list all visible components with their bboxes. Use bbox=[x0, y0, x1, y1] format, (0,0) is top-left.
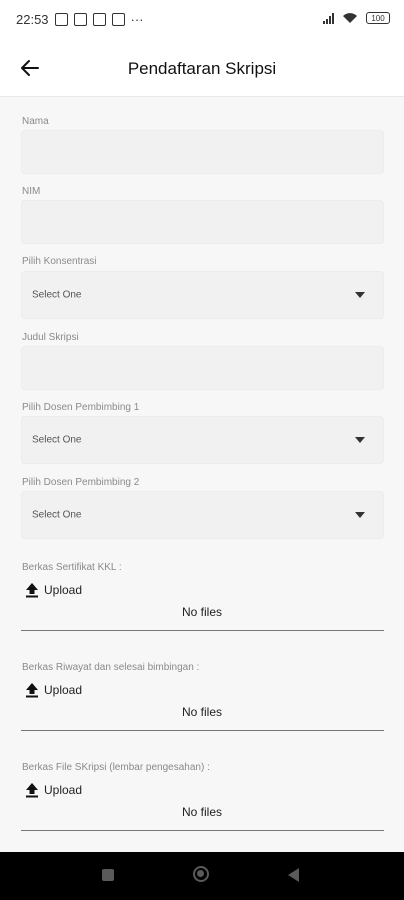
upload-icon bbox=[26, 583, 38, 598]
judul-field[interactable] bbox=[21, 346, 384, 390]
upload-label: Upload bbox=[44, 583, 83, 597]
dosen2-selected-value: Select One bbox=[32, 509, 82, 521]
dosen1-selected-value: Select One bbox=[32, 434, 82, 446]
status-right: 100 bbox=[323, 12, 390, 24]
kkl-file-status: No files bbox=[181, 605, 222, 619]
divider bbox=[21, 730, 384, 731]
dosen2-select[interactable]: Select One bbox=[21, 491, 384, 539]
trash-notification-icon bbox=[92, 13, 106, 26]
skripsi-label: Berkas File SKripsi (lembar pengesahan) … bbox=[22, 762, 210, 773]
nav-back-icon[interactable] bbox=[288, 868, 299, 882]
skripsi-file-status: No files bbox=[181, 805, 222, 819]
app-notification-icon bbox=[73, 13, 87, 26]
status-left: 22:53 ··· bbox=[16, 12, 144, 27]
skripsi-upload-button[interactable]: Upload bbox=[24, 782, 82, 798]
upload-label: Upload bbox=[44, 683, 83, 697]
judul-label: Judul Skripsi bbox=[22, 332, 79, 343]
app-notification-icon-2 bbox=[111, 13, 125, 26]
nama-label: Nama bbox=[22, 116, 49, 127]
konsentrasi-select[interactable]: Select One bbox=[21, 271, 384, 319]
recent-apps-icon[interactable] bbox=[102, 869, 114, 881]
riwayat-file-status: No files bbox=[181, 705, 222, 719]
system-nav-bar bbox=[0, 852, 404, 900]
signal-icon bbox=[323, 12, 334, 24]
caret-down-icon bbox=[355, 437, 365, 443]
dosen1-label: Pilih Dosen Pembimbing 1 bbox=[22, 402, 140, 413]
more-notifications: ··· bbox=[130, 12, 144, 27]
page-title: Pendaftaran Skripsi bbox=[127, 59, 277, 78]
upload-icon bbox=[26, 783, 38, 798]
nama-field[interactable] bbox=[21, 130, 384, 174]
home-icon[interactable] bbox=[193, 866, 209, 882]
upload-label: Upload bbox=[44, 783, 83, 797]
registration-form: Nama NIM Pilih Konsentrasi Select One Ju… bbox=[0, 96, 404, 852]
battery-level: 100 bbox=[371, 13, 385, 23]
app-bar: Pendaftaran Skripsi bbox=[0, 40, 404, 97]
riwayat-label: Berkas Riwayat dan selesai bimbingan : bbox=[22, 662, 200, 673]
caret-down-icon bbox=[355, 512, 365, 518]
notification-icon bbox=[54, 13, 68, 26]
battery-icon: 100 bbox=[366, 12, 390, 24]
status-bar: 22:53 ··· 100 bbox=[0, 0, 404, 40]
wifi-icon bbox=[343, 13, 357, 23]
riwayat-upload-button[interactable]: Upload bbox=[24, 682, 82, 698]
upload-icon bbox=[26, 683, 38, 698]
caret-down-icon bbox=[355, 292, 365, 298]
nim-field[interactable] bbox=[21, 200, 384, 244]
konsentrasi-label: Pilih Konsentrasi bbox=[22, 256, 97, 267]
dosen2-label: Pilih Dosen Pembimbing 2 bbox=[22, 477, 140, 488]
konsentrasi-selected-value: Select One bbox=[32, 289, 82, 301]
divider bbox=[21, 630, 384, 631]
kkl-upload-button[interactable]: Upload bbox=[24, 582, 82, 598]
status-time: 22:53 bbox=[16, 12, 49, 27]
divider bbox=[21, 830, 384, 831]
nim-label: NIM bbox=[22, 186, 41, 197]
dosen1-select[interactable]: Select One bbox=[21, 416, 384, 464]
kkl-label: Berkas Sertifikat KKL : bbox=[22, 562, 122, 573]
